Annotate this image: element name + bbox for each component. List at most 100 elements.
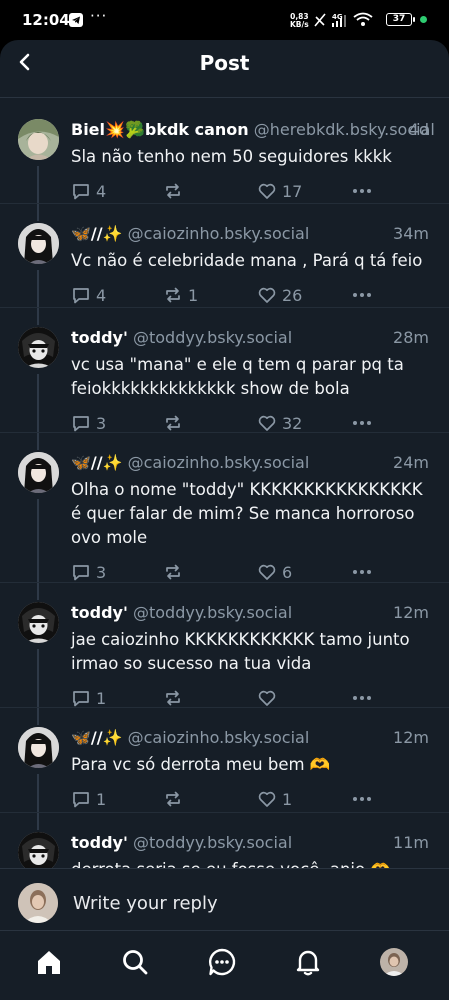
display-name[interactable]: toddy' [71, 833, 128, 852]
nav-home[interactable] [34, 947, 64, 977]
reply-icon [73, 691, 89, 707]
more-options-button[interactable] [351, 181, 373, 201]
home-icon [38, 951, 60, 974]
handle[interactable]: @herebkdk.bsky.social [254, 120, 435, 139]
post-avatar[interactable] [18, 727, 59, 768]
repost-button[interactable] [163, 413, 188, 433]
post-actions: 3 32 [71, 413, 371, 433]
display-name[interactable]: toddy' [71, 328, 128, 347]
post-avatar[interactable] [18, 119, 59, 160]
post-avatar[interactable] [18, 452, 59, 493]
timestamp[interactable]: 11m [393, 833, 429, 852]
more-options-button[interactable] [351, 285, 373, 305]
handle[interactable]: @toddyy.bsky.social [133, 603, 292, 622]
more-icon [353, 570, 371, 574]
timestamp[interactable]: 4d [409, 120, 429, 139]
reply-button[interactable]: 4 [71, 181, 106, 201]
user-avatar[interactable] [18, 883, 58, 923]
display-name[interactable]: Biel💥🥦bkdk canon [71, 120, 249, 139]
like-count: 17 [282, 181, 303, 201]
thread-post[interactable]: toddy' @toddyy.bsky.social 11m derrota ser… [0, 813, 449, 868]
reply-button[interactable]: 3 [71, 562, 106, 582]
thread-connector [37, 583, 39, 600]
post-header: toddy' @toddyy.bsky.social 28m [71, 328, 439, 347]
like-button[interactable] [257, 688, 282, 708]
like-button[interactable]: 1 [257, 789, 292, 809]
bottom-nav [0, 930, 449, 1000]
like-count: 32 [282, 413, 303, 433]
reply-icon [73, 416, 89, 432]
thread-post[interactable]: 🦋//✨ @caiozinho.bsky.social 24m Olha o nom… [0, 433, 449, 583]
post-avatar[interactable] [18, 832, 59, 868]
thread-post[interactable]: Biel💥🥦bkdk canon @herebkdk.bsky.social 4d… [0, 100, 449, 204]
post-avatar[interactable] [18, 327, 59, 368]
reply-button[interactable]: 4 [71, 285, 106, 305]
repost-icon [166, 690, 180, 706]
post-header: 🦋//✨ @caiozinho.bsky.social 34m [71, 224, 439, 243]
repost-button[interactable] [163, 789, 188, 809]
reply-button[interactable]: 1 [71, 688, 106, 708]
status-bar: 12:04 ··· 0,83 KB/s 4G 37 [0, 0, 449, 42]
post-avatar[interactable] [18, 223, 59, 264]
post-actions: 36 [71, 562, 371, 582]
reply-icon [73, 792, 89, 808]
more-options-button[interactable] [351, 562, 373, 582]
nav-chat[interactable] [207, 947, 237, 977]
post-header: toddy' @toddyy.bsky.social 12m [71, 603, 439, 622]
nav-notifications[interactable] [293, 947, 323, 977]
more-options-button[interactable] [351, 413, 373, 433]
more-icon [353, 189, 371, 193]
like-button[interactable]: 32 [257, 413, 302, 433]
handle[interactable]: @caiozinho.bsky.social [128, 728, 310, 747]
thread-connector [37, 708, 39, 725]
timestamp[interactable]: 34m [393, 224, 429, 243]
reply-bar[interactable]: Write your reply [0, 868, 449, 931]
thread-connector [37, 270, 39, 308]
display-name[interactable]: 🦋//✨ [71, 453, 123, 472]
nav-profile[interactable] [380, 948, 408, 976]
timestamp[interactable]: 12m [393, 728, 429, 747]
nav-search[interactable] [120, 947, 150, 977]
thread-post[interactable]: toddy' @toddyy.bsky.social 28m vc usa "man… [0, 308, 449, 433]
reply-count: 3 [96, 413, 107, 433]
thread-feed[interactable]: Biel💥🥦bkdk canon @herebkdk.bsky.social 4d… [0, 100, 449, 868]
more-options-button[interactable] [351, 688, 373, 708]
handle[interactable]: @caiozinho.bsky.social [128, 224, 310, 243]
reply-button[interactable]: 1 [71, 789, 106, 809]
like-button[interactable]: 6 [257, 562, 292, 582]
display-name[interactable]: 🦋//✨ [71, 728, 123, 747]
handle[interactable]: @toddyy.bsky.social [133, 328, 292, 347]
repost-icon [166, 415, 180, 431]
more-options-button[interactable] [351, 789, 373, 809]
timestamp[interactable]: 24m [393, 453, 429, 472]
like-button[interactable]: 17 [257, 181, 302, 201]
like-button[interactable]: 26 [257, 285, 302, 305]
thread-connector [37, 813, 39, 830]
timestamp[interactable]: 28m [393, 328, 429, 347]
display-name[interactable]: 🦋//✨ [71, 224, 123, 243]
post-header: toddy' @toddyy.bsky.social 11m [71, 833, 439, 852]
repost-icon [166, 183, 180, 199]
reply-input[interactable]: Write your reply [73, 893, 218, 914]
display-name[interactable]: toddy' [71, 603, 128, 622]
chat-icon [208, 948, 236, 976]
thread-connector [37, 433, 39, 450]
thread-connector [37, 774, 39, 813]
thread-post[interactable]: toddy' @toddyy.bsky.social 12m jae caiozin… [0, 583, 449, 708]
repost-button[interactable]: 1 [163, 285, 198, 305]
more-notifications-icon: ··· [90, 7, 108, 25]
post-avatar[interactable] [18, 602, 59, 643]
header: Post [0, 40, 449, 88]
thread-post[interactable]: 🦋//✨ @caiozinho.bsky.social 12m Para vc só… [0, 708, 449, 813]
repost-button[interactable] [163, 181, 188, 201]
timestamp[interactable]: 12m [393, 603, 429, 622]
post-header: Biel💥🥦bkdk canon @herebkdk.bsky.social 4d [71, 120, 439, 139]
thread-post[interactable]: 🦋//✨ @caiozinho.bsky.social 34m Vc não é c… [0, 204, 449, 308]
repost-button[interactable] [163, 688, 188, 708]
repost-button[interactable] [163, 562, 188, 582]
reply-icon [73, 184, 89, 200]
handle[interactable]: @caiozinho.bsky.social [128, 453, 310, 472]
bell-icon [296, 950, 320, 976]
reply-button[interactable]: 3 [71, 413, 106, 433]
handle[interactable]: @toddyy.bsky.social [133, 833, 292, 852]
